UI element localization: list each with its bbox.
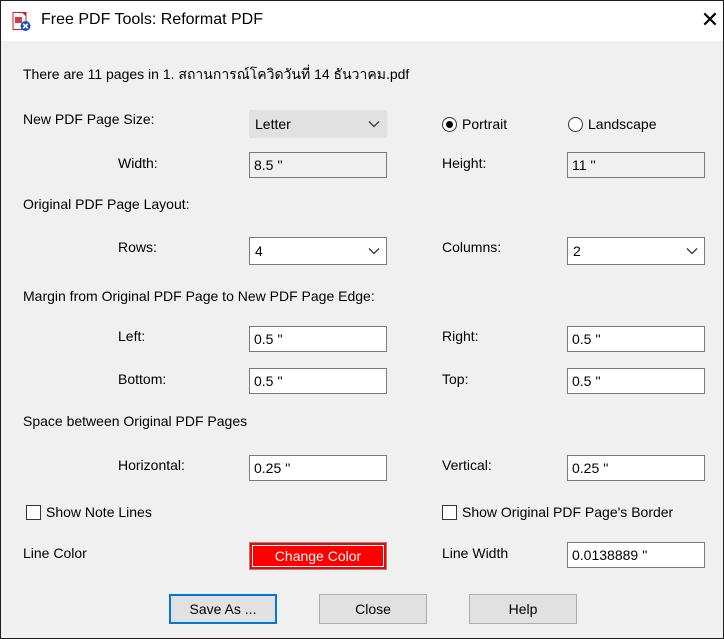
width-label: Width: xyxy=(118,155,158,171)
page-size-dropdown[interactable]: Letter xyxy=(249,110,387,138)
columns-value: 2 xyxy=(573,243,581,259)
right-label: Right: xyxy=(442,328,479,344)
left-margin-field[interactable]: 0.5 '' xyxy=(249,326,387,352)
bottom-margin-field[interactable]: 0.5 '' xyxy=(249,368,387,394)
width-field[interactable]: 8.5 '' xyxy=(249,152,387,178)
portrait-radio[interactable] xyxy=(442,117,457,132)
change-color-focus-frame xyxy=(252,545,384,567)
vertical-space-field[interactable]: 0.25 '' xyxy=(567,455,705,481)
right-margin-field[interactable]: 0.5 '' xyxy=(567,326,705,352)
top-label: Top: xyxy=(442,371,469,387)
horizontal-label: Horizontal: xyxy=(118,457,185,473)
line-width-label: Line Width xyxy=(442,545,509,561)
title-bar[interactable]: Free PDF Tools: Reformat PDF ✕ xyxy=(1,1,723,41)
vertical-label: Vertical: xyxy=(442,457,492,473)
top-margin-field[interactable]: 0.5 '' xyxy=(567,368,705,394)
columns-dropdown[interactable]: 2 xyxy=(567,237,705,265)
chevron-down-icon xyxy=(686,248,698,255)
horizontal-space-field[interactable]: 0.25 '' xyxy=(249,455,387,481)
line-color-label: Line Color xyxy=(23,545,87,561)
page-count-info: There are 11 pages in 1. สถานการณ์โควิดว… xyxy=(23,66,410,82)
columns-label: Columns: xyxy=(442,239,502,255)
pdf-tools-icon xyxy=(12,12,31,31)
chevron-down-icon xyxy=(368,248,380,255)
bottom-label: Bottom: xyxy=(118,371,167,387)
window-title: Free PDF Tools: Reformat PDF xyxy=(41,11,263,28)
save-as-button[interactable]: Save As ... xyxy=(169,594,277,624)
close-window-icon[interactable]: ✕ xyxy=(698,7,722,33)
show-note-lines-checkbox[interactable] xyxy=(26,505,41,520)
portrait-label: Portrait xyxy=(462,116,508,132)
show-border-label: Show Original PDF Page's Border xyxy=(462,504,674,520)
landscape-label: Landscape xyxy=(588,116,657,132)
rows-value: 4 xyxy=(255,243,263,259)
show-border-checkbox[interactable] xyxy=(442,505,457,520)
chevron-down-icon xyxy=(368,121,380,128)
space-section-label: Space between Original PDF Pages xyxy=(23,413,248,429)
rows-label: Rows: xyxy=(118,239,157,255)
page-size-value: Letter xyxy=(255,116,291,132)
rows-dropdown[interactable]: 4 xyxy=(249,237,387,265)
change-color-button[interactable]: Change Color xyxy=(249,542,387,570)
layout-section-label: Original PDF Page Layout: xyxy=(23,196,190,212)
left-label: Left: xyxy=(118,328,146,344)
landscape-radio[interactable] xyxy=(568,117,583,132)
close-button[interactable]: Close xyxy=(319,594,427,624)
reformat-pdf-dialog: Free PDF Tools: Reformat PDF ✕ There are… xyxy=(0,0,724,639)
height-field[interactable]: 11 '' xyxy=(567,152,705,178)
height-label: Height: xyxy=(442,155,487,171)
new-page-size-label: New PDF Page Size: xyxy=(23,111,155,127)
line-width-field[interactable]: 0.0138889 '' xyxy=(567,542,705,568)
show-note-lines-label: Show Note Lines xyxy=(46,504,152,520)
margin-section-label: Margin from Original PDF Page to New PDF… xyxy=(23,288,375,304)
help-button[interactable]: Help xyxy=(469,594,577,624)
